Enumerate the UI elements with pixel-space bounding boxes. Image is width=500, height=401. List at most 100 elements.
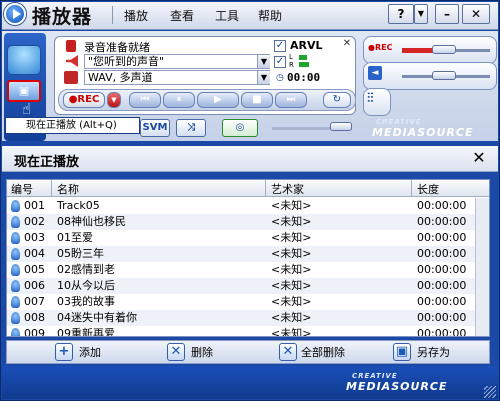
clock-icon: ◷ — [276, 73, 284, 83]
cd-button[interactable]: ◎ — [222, 119, 258, 137]
delete-all-icon[interactable]: ✕ — [279, 343, 297, 361]
volume-slider[interactable] — [432, 71, 456, 80]
track-length: 00:00:00 — [417, 311, 467, 324]
table-row[interactable]: 007 03我的故事 <未知> 00:00:00 — [7, 294, 489, 310]
shuffle-icon[interactable]: ⤨ — [176, 119, 206, 137]
track-artist: <未知> — [271, 231, 312, 244]
volume-icon: ◄ — [368, 66, 382, 80]
delete-all-button[interactable]: 全部删除 — [301, 344, 345, 362]
column-artist[interactable]: 艺术家 — [271, 181, 304, 197]
track-number: 005 — [24, 263, 45, 276]
table-row[interactable]: 002 08神仙也移民 <未知> 00:00:00 — [7, 214, 489, 230]
add-icon[interactable]: + — [55, 343, 73, 361]
record-level-fill — [402, 48, 434, 53]
column-divider — [411, 180, 412, 197]
help-dropdown-icon[interactable]: ▼ — [414, 4, 428, 24]
right-channel-label: R — [289, 61, 294, 69]
table-row[interactable]: 006 10从今以后 <未知> 00:00:00 — [7, 278, 489, 294]
table-row[interactable]: 008 04迷失中有着你 <未知> 00:00:00 — [7, 310, 489, 326]
music-file-icon — [11, 248, 20, 260]
now-playing-button[interactable]: 现在正播放 (Alt+Q) — [5, 117, 140, 134]
level-checkbox[interactable]: ✓ — [274, 56, 286, 68]
table-row[interactable]: 004 05盼三年 <未知> 00:00:00 — [7, 246, 489, 262]
playlist-toolbar: + 添加 ✕ 删除 ✕ 全部删除 ▣ 另存为 — [6, 340, 490, 364]
track-name: 03我的故事 — [57, 295, 115, 308]
track-number: 009 — [24, 327, 45, 337]
hand-cursor-icon: ☝ — [22, 100, 32, 118]
track-artist: <未知> — [271, 199, 312, 212]
seek-slider[interactable] — [330, 122, 352, 131]
music-file-icon — [11, 296, 20, 308]
record-dropdown-icon[interactable]: ▼ — [107, 92, 121, 108]
track-length: 00:00:00 — [417, 295, 467, 308]
equalizer-icon: ⫶⫶ — [367, 91, 374, 106]
column-divider — [265, 180, 266, 197]
help-button[interactable]: ? — [388, 4, 414, 24]
minimize-button[interactable]: – — [435, 4, 459, 24]
track-number: 006 — [24, 279, 45, 292]
left-level-meter — [299, 55, 307, 60]
arvl-label: ARVL — [290, 39, 323, 52]
table-row[interactable]: 001 Track05 <未知> 00:00:00 — [7, 198, 489, 214]
track-artist: <未知> — [271, 311, 312, 324]
track-name: 05盼三年 — [57, 247, 104, 260]
panel-close-icon[interactable]: ✕ — [341, 38, 353, 50]
table-row[interactable]: 009 09重新再爱 <未知> 00:00:00 — [7, 326, 489, 337]
app-title: 播放器 — [32, 6, 93, 28]
recorder-icon — [66, 40, 76, 52]
track-number: 001 — [24, 199, 45, 212]
copy-disc-button[interactable]: ▣ — [7, 80, 41, 102]
track-number: 002 — [24, 215, 45, 228]
pause-icon[interactable]: ⏸ — [163, 92, 195, 108]
svm-button[interactable]: SVM — [140, 119, 170, 137]
source-select[interactable]: "您听到的声音" — [84, 54, 270, 69]
menu-play[interactable]: 播放 — [124, 7, 148, 24]
track-name: 04迷失中有着你 — [57, 311, 137, 324]
column-length[interactable]: 长度 — [417, 181, 439, 197]
track-artist: <未知> — [271, 215, 312, 228]
track-length: 00:00:00 — [417, 215, 467, 228]
save-as-button[interactable]: 另存为 — [417, 344, 450, 362]
record-level-label: ●REC — [368, 43, 393, 52]
music-file-icon — [11, 216, 20, 228]
record-level-slider[interactable] — [432, 45, 456, 54]
right-level-meter — [299, 62, 309, 67]
menu-help[interactable]: 帮助 — [258, 7, 282, 24]
stop-icon[interactable]: ■ — [241, 92, 273, 108]
arvl-checkbox[interactable]: ✓ — [274, 40, 286, 52]
delete-icon[interactable]: ✕ — [167, 343, 185, 361]
delete-button[interactable]: 删除 — [191, 344, 213, 362]
transport-bar: ●REC ▼ ⏮ ⏸ ▶ ■ ⏭ ↻ — [58, 89, 356, 111]
table-row[interactable]: 003 01至爱 <未知> 00:00:00 — [7, 230, 489, 246]
next-track-icon[interactable]: ⏭ — [275, 92, 307, 108]
add-button[interactable]: 添加 — [79, 344, 101, 362]
format-select[interactable]: WAV, 多声道 — [84, 70, 270, 85]
play-icon[interactable]: ▶ — [197, 92, 239, 108]
chevron-down-icon[interactable]: ▼ — [257, 71, 270, 84]
music-file-icon — [11, 280, 20, 292]
track-name: 02感情到老 — [57, 263, 115, 276]
repeat-icon[interactable]: ↻ — [323, 92, 351, 108]
microphone-icon — [64, 71, 78, 84]
library-button[interactable] — [7, 45, 41, 75]
playlist-close-button[interactable]: ✕ — [470, 150, 488, 168]
music-file-icon — [11, 232, 20, 244]
table-row[interactable]: 005 02感情到老 <未知> 00:00:00 — [7, 262, 489, 278]
chevron-down-icon[interactable]: ▼ — [257, 55, 270, 68]
column-name[interactable]: 名称 — [57, 181, 79, 197]
record-button[interactable]: ●REC — [63, 92, 105, 108]
previous-track-icon[interactable]: ⏮ — [129, 92, 161, 108]
track-number: 003 — [24, 231, 45, 244]
menu-tools[interactable]: 工具 — [215, 7, 239, 24]
music-file-icon — [11, 328, 20, 336]
close-button[interactable]: ✕ — [462, 4, 490, 24]
recorder-status: 录音准备就绪 — [84, 41, 150, 54]
resize-grip[interactable] — [484, 386, 496, 398]
column-number[interactable]: 编号 — [11, 181, 33, 197]
track-name: 09重新再爱 — [57, 327, 115, 337]
scrollbar[interactable] — [475, 198, 489, 336]
menu-view[interactable]: 查看 — [170, 7, 194, 24]
save-icon[interactable]: ▣ — [393, 343, 411, 361]
track-artist: <未知> — [271, 279, 312, 292]
track-artist: <未知> — [271, 263, 312, 276]
